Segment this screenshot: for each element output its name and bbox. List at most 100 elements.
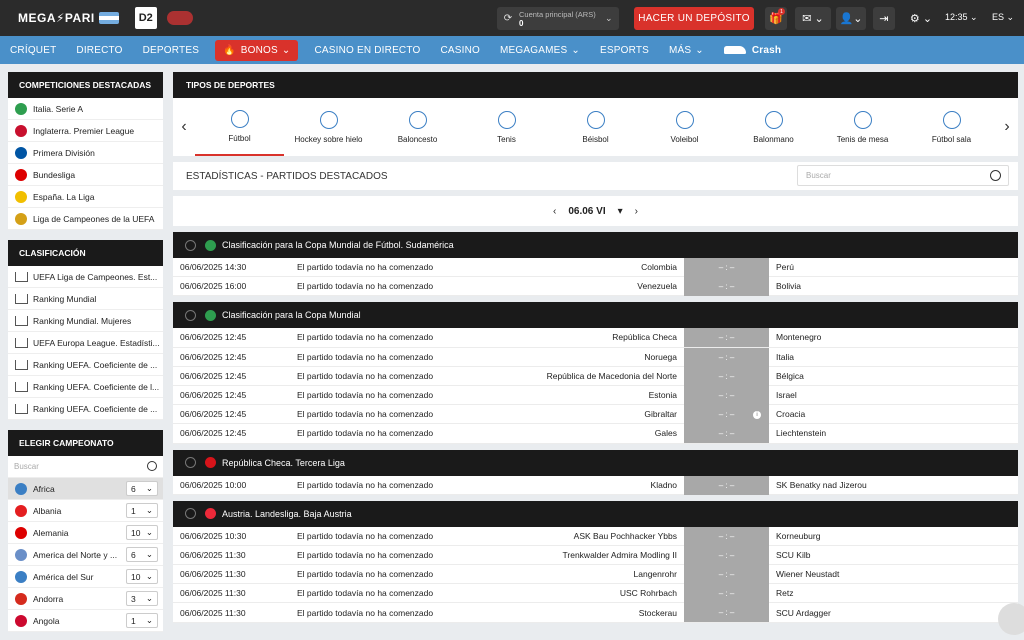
match-row[interactable]: 06/06/2025 12:45 El partido todavía no ha… — [173, 385, 1018, 406]
featured-item[interactable]: Primera División — [8, 142, 163, 164]
caret-down-icon[interactable]: ▾ — [618, 206, 623, 217]
championship-count-value: 10 — [131, 571, 141, 582]
match-row[interactable]: 06/06/2025 16:00 El partido todavía no ha… — [173, 277, 1018, 297]
messages-button[interactable]: ✉ ⌄ — [795, 7, 831, 30]
sponsor-car-icon[interactable] — [166, 11, 193, 25]
chevron-right-icon[interactable]: › — [635, 206, 638, 217]
featured-item[interactable]: España. La Liga — [8, 186, 163, 208]
chat-avatar-icon[interactable] — [998, 603, 1024, 635]
nav-deportes[interactable]: DEPORTES — [133, 36, 209, 64]
championship-count[interactable]: 10 ⌄ — [126, 569, 158, 584]
match-score-value: – : – — [718, 589, 735, 599]
championship-count[interactable]: 1 ⌄ — [126, 503, 158, 518]
championship-count[interactable]: 6 ⌄ — [126, 547, 158, 562]
match-row[interactable]: 06/06/2025 12:45 El partido todavía no ha… — [173, 424, 1018, 444]
championship-item[interactable]: Alemania 10 ⌄ — [8, 522, 163, 544]
match-row[interactable]: 06/06/2025 11:30 El partido todavía no ha… — [173, 545, 1018, 566]
championship-count[interactable]: 10 ⌄ — [126, 525, 158, 540]
date-value[interactable]: 06.06 VI — [568, 206, 605, 217]
main-nav: CRÍQUET DIRECTO DEPORTES 🔥 BONOS ⌄ CASINO … — [0, 36, 1024, 64]
ranking-item[interactable]: UEFA Liga de Campeones. Est... — [8, 266, 163, 288]
settings-button[interactable]: ⚙ ⌄ — [904, 7, 938, 30]
chevron-down-icon: ⌄ — [145, 571, 153, 581]
match-date: 06/06/2025 11:30 — [180, 569, 246, 580]
refresh-icon[interactable]: ⟳ — [499, 13, 517, 24]
nav-criquet[interactable]: CRÍQUET — [0, 36, 66, 64]
league-header[interactable]: Clasificación para la Copa Mundial de Fú… — [173, 232, 1018, 258]
home-team: Gibraltar — [644, 409, 677, 420]
ranking-item[interactable]: Ranking Mundial — [8, 288, 163, 310]
chevron-right-icon[interactable]: › — [996, 118, 1018, 136]
clock[interactable]: 12:35 ⌄ — [945, 12, 978, 23]
match-row[interactable]: 06/06/2025 10:30 El partido todavía no ha… — [173, 526, 1018, 546]
league-header[interactable]: Austria. Landesliga. Baja Austria — [173, 500, 1018, 527]
info-icon[interactable]: i — [753, 410, 761, 419]
featured-item[interactable]: Inglaterra. Premier League — [8, 120, 163, 142]
league-header[interactable]: Clasificación para la Copa Mundial — [173, 302, 1018, 329]
match-row[interactable]: 06/06/2025 14:30 El partido todavía no ha… — [173, 258, 1018, 278]
match-row[interactable]: 06/06/2025 12:45 El partido todavía no ha… — [173, 328, 1018, 348]
flag-icon — [15, 102, 27, 115]
nav-crash[interactable]: Crash — [714, 36, 791, 64]
stats-search-input[interactable]: Buscar — [797, 165, 1009, 186]
sport-tab[interactable]: Fútbol — [195, 98, 284, 156]
match-row[interactable]: 06/06/2025 12:45 El partido todavía no ha… — [173, 405, 1018, 425]
match-status: El partido todavía no ha comenzado — [297, 428, 434, 439]
nav-esports[interactable]: ESPORTS — [590, 36, 659, 64]
match-score-value: – : – — [718, 371, 735, 381]
match-date: 06/06/2025 12:45 — [180, 428, 247, 439]
championship-item[interactable]: Africa 6 ⌄ — [8, 478, 163, 500]
profile-button[interactable]: 👤⌄ — [836, 7, 866, 30]
championship-item[interactable]: America del Norte y ... 6 ⌄ — [8, 544, 163, 566]
chevron-left-icon[interactable]: ‹ — [173, 118, 195, 136]
ranking-item[interactable]: Ranking UEFA. Coeficiente de ... — [8, 354, 163, 376]
match-row[interactable]: 06/06/2025 10:00 El partido todavía no ha… — [173, 475, 1018, 495]
championship-item[interactable]: Angola 1 ⌄ — [8, 610, 163, 632]
dota-icon[interactable]: D2 — [134, 7, 157, 29]
sport-tab[interactable]: Béisbol — [551, 98, 640, 156]
sport-tab[interactable]: Fútbol sala — [907, 98, 996, 156]
match-row[interactable]: 06/06/2025 11:30 El partido todavía no ha… — [173, 584, 1018, 604]
match-row[interactable]: 06/06/2025 12:45 El partido todavía no ha… — [173, 347, 1018, 367]
ranking-item[interactable]: UEFA Europa League. Estadísti... — [8, 332, 163, 354]
match-row[interactable]: 06/06/2025 12:45 El partido todavía no ha… — [173, 366, 1018, 386]
ranking-item[interactable]: Ranking UEFA. Coeficiente de ... — [8, 398, 163, 420]
featured-item[interactable]: Italia. Serie A — [8, 98, 163, 120]
nav-bonos[interactable]: 🔥 BONOS ⌄ — [215, 39, 299, 61]
sport-tab[interactable]: Balonmano — [729, 98, 818, 156]
chevron-left-icon[interactable]: ‹ — [553, 206, 556, 217]
logout-button[interactable]: ⇥ — [873, 7, 895, 30]
nav-mas[interactable]: MÁS ⌄ — [659, 36, 714, 64]
ranking-item[interactable]: Ranking UEFA. Coeficiente de l... — [8, 376, 163, 398]
featured-item[interactable]: Liga de Campeones de la UEFA — [8, 208, 163, 230]
gift-button[interactable]: 🎁 1 — [765, 7, 787, 30]
sport-tab[interactable]: Voleibol — [640, 98, 729, 156]
search-icon[interactable] — [990, 170, 1001, 181]
championship-count[interactable]: 6 ⌄ — [126, 481, 158, 496]
featured-item[interactable]: Bundesliga — [8, 164, 163, 186]
championship-count[interactable]: 3 ⌄ — [126, 591, 158, 606]
championship-count[interactable]: 1 ⌄ — [126, 613, 158, 628]
deposit-button[interactable]: HACER UN DEPÓSITO — [634, 7, 754, 30]
championship-item[interactable]: Albania 1 ⌄ — [8, 500, 163, 522]
league-header[interactable]: República Checa. Tercera Liga — [173, 449, 1018, 476]
nav-casino[interactable]: CASINO — [430, 36, 490, 64]
account-selector[interactable]: ⟳ Cuenta principal (ARS) 0 ⌄ — [497, 7, 619, 30]
logo[interactable]: MEGA⚡PARI — [18, 11, 119, 25]
sport-tab[interactable]: Tenis — [462, 98, 551, 156]
search-icon[interactable] — [147, 461, 157, 471]
match-row[interactable]: 06/06/2025 11:30 El partido todavía no ha… — [173, 565, 1018, 585]
sport-tab[interactable]: Hockey sobre hielo — [284, 98, 373, 156]
sport-tab[interactable]: Tenis de mesa — [818, 98, 907, 156]
championship-search[interactable]: Buscar — [8, 456, 163, 478]
nav-megagames-label: MEGAGAMES — [500, 44, 568, 56]
language-selector[interactable]: ES ⌄ — [992, 12, 1014, 23]
ranking-item[interactable]: Ranking Mundial. Mujeres — [8, 310, 163, 332]
sport-tab[interactable]: Baloncesto — [373, 98, 462, 156]
nav-megagames[interactable]: MEGAGAMES ⌄ — [490, 36, 590, 64]
championship-item[interactable]: Andorra 3 ⌄ — [8, 588, 163, 610]
nav-casino-directo[interactable]: CASINO EN DIRECTO — [304, 36, 430, 64]
championship-item[interactable]: América del Sur 10 ⌄ — [8, 566, 163, 588]
match-row[interactable]: 06/06/2025 11:30 El partido todavía no ha… — [173, 603, 1018, 623]
nav-directo[interactable]: DIRECTO — [66, 36, 132, 64]
